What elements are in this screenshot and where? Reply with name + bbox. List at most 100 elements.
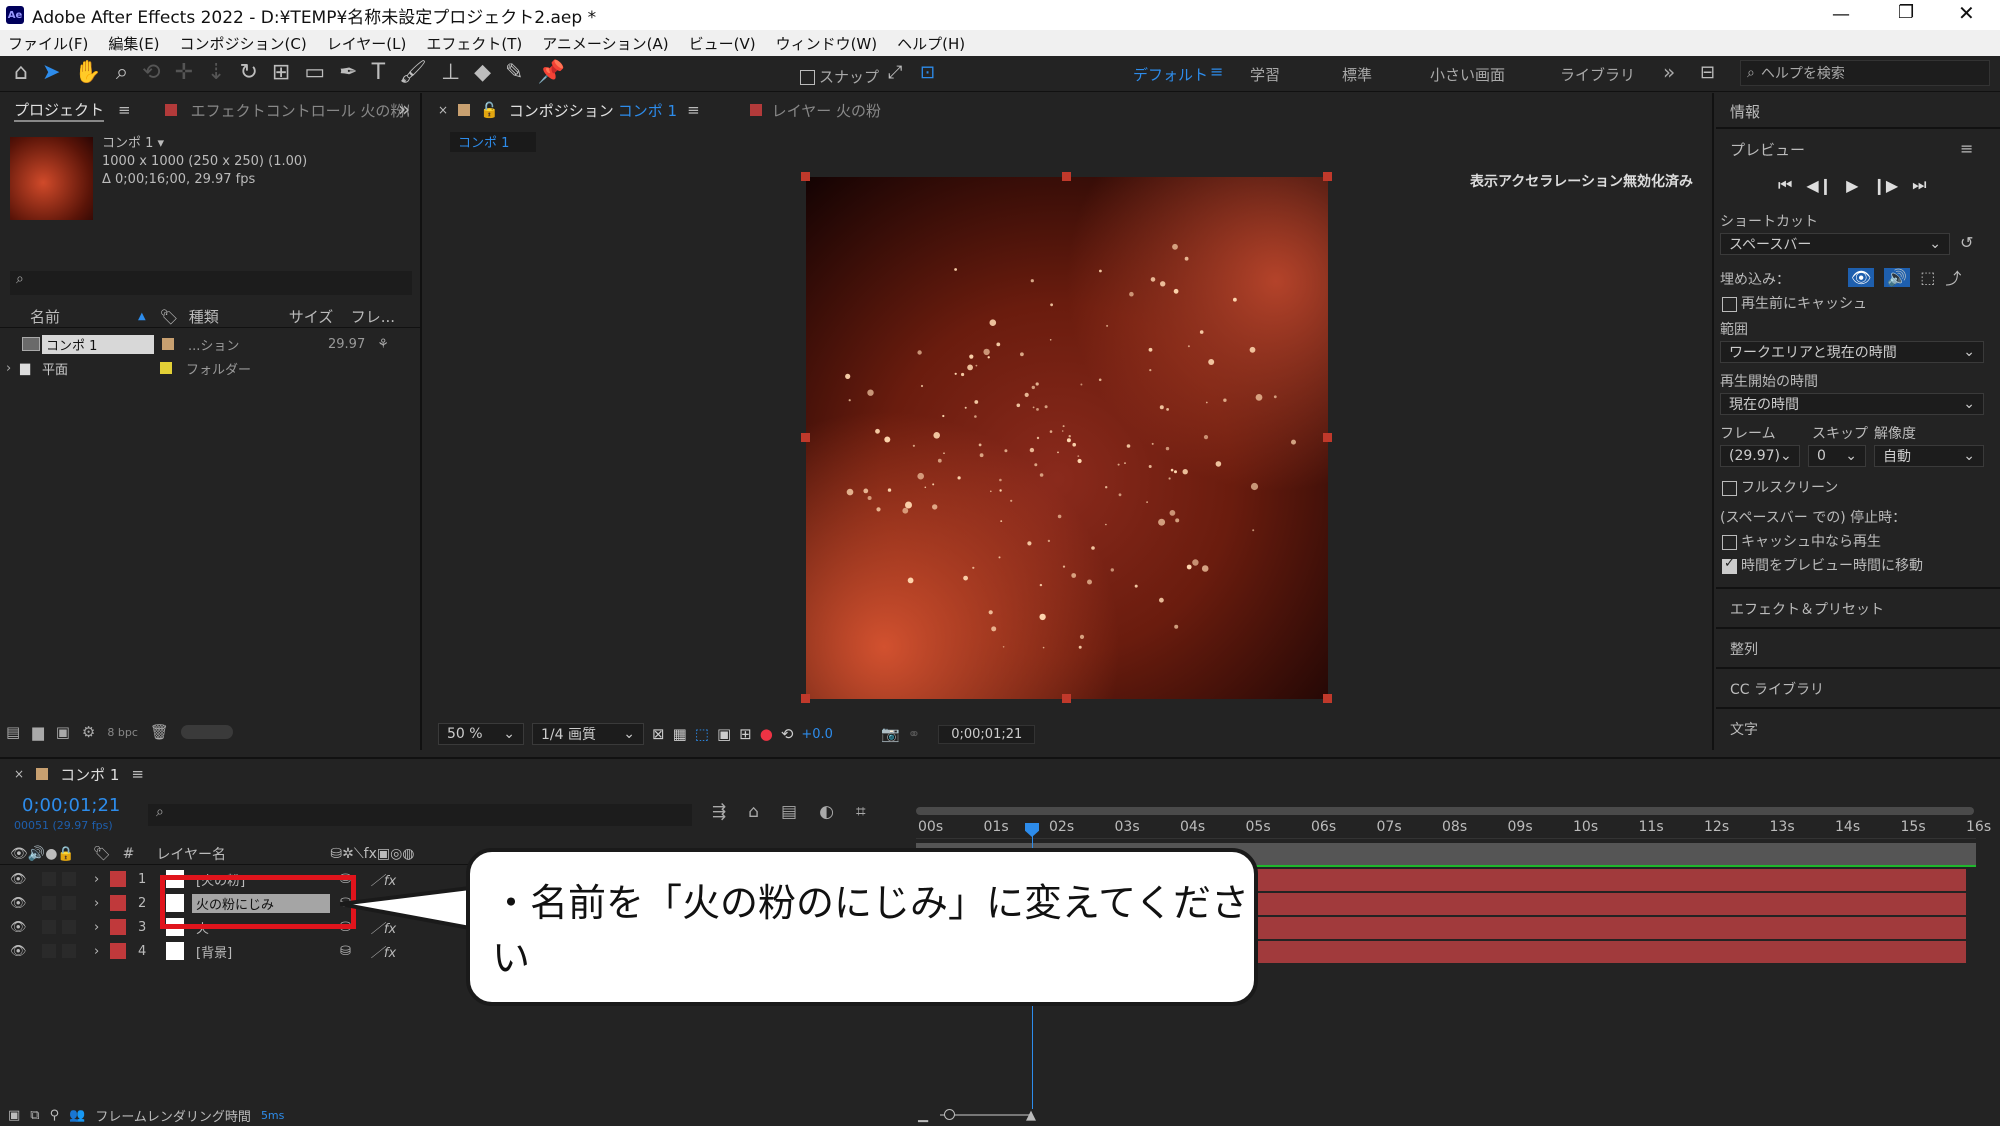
- project-menu-icon[interactable]: ≡: [118, 101, 131, 119]
- home-icon[interactable]: ⌂: [14, 60, 28, 85]
- workspace-default[interactable]: デフォルト: [1133, 64, 1208, 85]
- include-audio-icon[interactable]: 🔊: [1884, 267, 1911, 287]
- audio-toggle[interactable]: [42, 872, 56, 886]
- project-item-name[interactable]: コンポ 1 ▾: [102, 135, 307, 153]
- menu-window[interactable]: ウィンドウ(W): [776, 33, 878, 54]
- transform-handle[interactable]: [801, 172, 810, 181]
- first-frame-icon[interactable]: ⏮: [1778, 175, 1792, 195]
- expand-arrow-icon[interactable]: ›: [6, 361, 20, 376]
- lock-icon[interactable]: 🔓: [480, 101, 499, 119]
- eye-icon[interactable]: 👁: [10, 896, 30, 911]
- column-fps[interactable]: フレ...: [351, 306, 395, 327]
- workspace-small-screen[interactable]: 小さい画面: [1430, 64, 1505, 85]
- workspace-menu-icon[interactable]: ≡: [1210, 62, 1223, 81]
- show-snapshot-icon[interactable]: ⚭: [908, 725, 921, 743]
- close-tab-icon[interactable]: ×: [438, 103, 448, 117]
- move-time-checkbox[interactable]: 時間をプレビュー時間に移動: [1722, 555, 1923, 575]
- tab-layer[interactable]: レイヤー 火の粉: [772, 100, 881, 121]
- column-size[interactable]: サイズ: [289, 306, 351, 327]
- menu-file[interactable]: ファイル(F): [8, 33, 88, 54]
- column-type[interactable]: 種類: [189, 306, 289, 327]
- frame-rate-dropdown[interactable]: (29.97) ⌄: [1720, 445, 1800, 467]
- workspace-standard[interactable]: 標準: [1342, 64, 1372, 85]
- eraser-tool-icon[interactable]: ◆: [474, 60, 491, 85]
- menu-layer[interactable]: レイヤー(L): [327, 33, 407, 54]
- include-video-icon[interactable]: 👁: [1848, 267, 1875, 287]
- flowchart-icon[interactable]: ⚘: [377, 337, 389, 352]
- transform-handle[interactable]: [1323, 172, 1332, 181]
- layer-name[interactable]: [背景]: [192, 942, 330, 961]
- new-composition-icon[interactable]: ▣: [56, 723, 70, 741]
- transform-handle[interactable]: [801, 433, 810, 442]
- rotate-tool-icon[interactable]: ↻: [239, 60, 257, 85]
- tab-comp-name[interactable]: コンポ 1: [618, 100, 677, 121]
- mask-visibility-icon[interactable]: ⬚: [695, 725, 709, 743]
- timeline-menu-icon[interactable]: ≡: [131, 765, 144, 783]
- cache-play-checkbox[interactable]: キャッシュ中なら再生: [1722, 531, 1881, 551]
- pen-tool-icon[interactable]: ✒: [339, 60, 357, 85]
- panel-cc-libraries[interactable]: CC ライブラリ: [1730, 679, 1824, 699]
- expand-arrow-icon[interactable]: ›: [94, 896, 106, 911]
- panel-align[interactable]: 整列: [1730, 639, 1758, 659]
- play-from-dropdown[interactable]: 現在の時間 ⌄: [1720, 393, 1984, 415]
- zoom-dropdown[interactable]: 50 % ⌄: [438, 723, 524, 745]
- snapshot-icon[interactable]: 📷: [881, 725, 900, 743]
- menu-help[interactable]: ヘルプ(H): [897, 33, 965, 54]
- dolly-tool-icon[interactable]: ⇣: [207, 60, 225, 85]
- fullscreen-checkbox[interactable]: フルスクリーン: [1722, 477, 1838, 497]
- pan-tool-icon[interactable]: ✛: [175, 60, 193, 85]
- project-row[interactable]: コンポ 1 ...ション 29.97 ⚘: [0, 333, 420, 355]
- work-area-bar[interactable]: [916, 807, 1974, 815]
- menu-edit[interactable]: 編集(E): [108, 33, 159, 54]
- info-header[interactable]: 情報: [1730, 101, 1760, 122]
- toggle-render-time-icon[interactable]: ⚲: [50, 1108, 60, 1123]
- layer-label-swatch[interactable]: [110, 871, 126, 887]
- transform-handle[interactable]: [1323, 433, 1332, 442]
- project-row[interactable]: › ▆ 平面 フォルダー: [0, 357, 420, 379]
- layer-label-swatch[interactable]: [110, 919, 126, 935]
- roto-tool-icon[interactable]: ✎: [505, 60, 523, 85]
- audio-toggle[interactable]: [42, 896, 56, 910]
- time-ruler[interactable]: 00s 01s 02s 03s 04s 05s 06s 07s 08s 09s 10s 11s 12s 1…: [916, 803, 1991, 839]
- shortcut-dropdown[interactable]: スペースバー ⌄: [1720, 233, 1950, 255]
- tab-project[interactable]: プロジェクト: [14, 99, 105, 122]
- workspace-overflow-icon[interactable]: »: [1663, 60, 1675, 84]
- orbit-tool-icon[interactable]: ⟲: [142, 60, 160, 85]
- cache-before-checkbox[interactable]: 再生前にキャッシュ: [1722, 293, 1867, 313]
- layer-label-swatch[interactable]: [110, 943, 126, 959]
- tab-timeline[interactable]: コンポ 1: [60, 764, 119, 785]
- eye-icon[interactable]: 👁: [10, 872, 30, 887]
- fx-switch-icon[interactable]: ／fx: [371, 942, 396, 961]
- solo-toggle[interactable]: [62, 896, 76, 910]
- toggle-switches-icon[interactable]: ▣: [8, 1108, 20, 1123]
- transform-handle[interactable]: [1062, 694, 1071, 703]
- zoom-tool-icon[interactable]: ⌕: [116, 60, 128, 85]
- solo-toggle[interactable]: [62, 944, 76, 958]
- channels-icon[interactable]: ●: [760, 725, 773, 743]
- workspace-libraries[interactable]: ライブラリ: [1560, 64, 1635, 85]
- reset-icon[interactable]: ↺: [1960, 233, 1973, 252]
- settings-icon[interactable]: ⚙: [82, 723, 95, 741]
- workspace-learn[interactable]: 学習: [1250, 64, 1280, 85]
- expand-arrow-icon[interactable]: ›: [94, 920, 106, 935]
- resolution-dropdown[interactable]: 1/4 画質 ⌄: [532, 723, 644, 745]
- comp-subtab[interactable]: コンポ 1: [450, 132, 536, 152]
- region-of-interest-icon[interactable]: ▣: [717, 725, 731, 743]
- composition-flowchart-icon[interactable]: ⇶: [712, 802, 726, 822]
- trash-icon[interactable]: 🗑: [150, 723, 169, 741]
- zoom-in-icon[interactable]: ▲: [1026, 1108, 1036, 1123]
- audio-toggle[interactable]: [42, 920, 56, 934]
- text-tool-icon[interactable]: T: [372, 60, 385, 85]
- panel-character[interactable]: 文字: [1730, 719, 1758, 739]
- audio-toggle[interactable]: [42, 944, 56, 958]
- expand-icon[interactable]: ⤢: [888, 62, 902, 83]
- shy-switch-icon[interactable]: ⛁: [340, 944, 351, 959]
- interpret-footage-icon[interactable]: ▤: [6, 723, 20, 741]
- solo-toggle[interactable]: [62, 920, 76, 934]
- frame-blending-icon[interactable]: ▤: [781, 802, 797, 822]
- comp-canvas[interactable]: [806, 177, 1328, 699]
- snap-checkbox[interactable]: スナップ: [800, 66, 879, 87]
- transform-handle[interactable]: [801, 694, 810, 703]
- minimize-icon[interactable]: —: [1832, 4, 1850, 25]
- zoom-slider-thumb[interactable]: [944, 1109, 955, 1120]
